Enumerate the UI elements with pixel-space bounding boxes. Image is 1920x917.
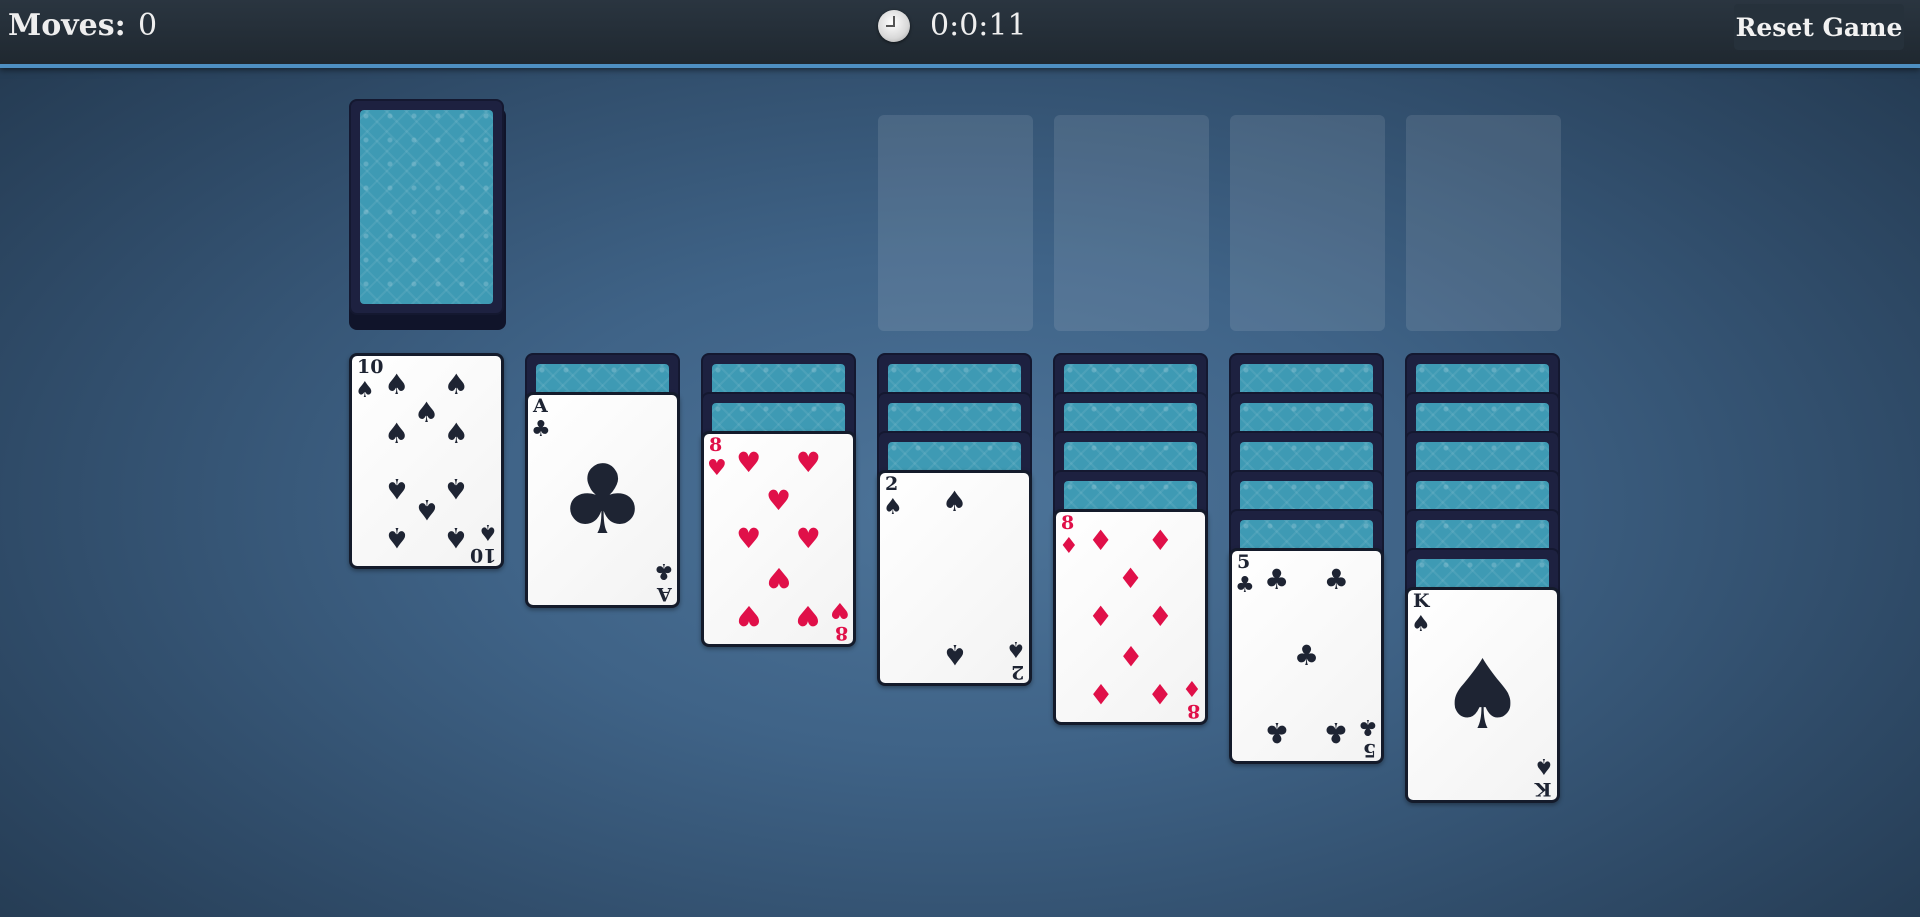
suit-pip-icon: ♣ (1264, 715, 1290, 749)
card-rank: 8 (1186, 700, 1200, 722)
suit-pip-icon: ♠ (941, 637, 968, 671)
suit-pip-icon: ♠ (443, 416, 469, 450)
foundation-slot-4[interactable] (1406, 115, 1561, 331)
foundation-slot-1[interactable] (878, 115, 1033, 331)
suit-pip-icon: ♦ (1147, 676, 1173, 710)
suit-pip-icon: ♠ (443, 368, 469, 402)
tableau-card-K-7[interactable]: K ♠ K ♠ ♠ (1405, 587, 1560, 803)
game-timer: 0:0:11 (930, 8, 1027, 43)
card-rank: K (1535, 778, 1552, 800)
card-rank: A (533, 395, 548, 417)
suit-icon: ♠ (1006, 636, 1026, 661)
suit-icon: ♦ (1182, 675, 1202, 700)
card-rank: 8 (834, 622, 848, 644)
suit-icon: ♠ (478, 519, 498, 544)
card-rank: 5 (1237, 551, 1251, 573)
moves-counter: 0 (138, 8, 158, 43)
suit-icon: ♠ (883, 495, 903, 520)
suit-icon: ♠ (1534, 753, 1554, 778)
suit-pip-icon: ♦ (1117, 562, 1144, 596)
reset-game-button[interactable]: Reset Game (1734, 4, 1904, 50)
suit-icon: ♥ (830, 597, 850, 622)
tableau-card-10-1[interactable]: 10 ♠ 10 ♠ ♠ ♠ ♠ ♠ ♠ ♠ ♠ ♠ ♠ ♠ (349, 353, 504, 569)
foundation-slot-2[interactable] (1054, 115, 1209, 331)
suit-pip-icon: ♠ (413, 493, 440, 527)
suit-pip-icon: ♦ (1147, 600, 1173, 633)
suit-pip-icon: ♦ (1147, 524, 1173, 558)
suit-icon: ♠ (355, 378, 375, 403)
suit-icon: ♠ (1411, 612, 1431, 637)
card-rank: 2 (1010, 661, 1024, 683)
suit-center-icon: ♣ (559, 444, 646, 556)
suit-icon: ♣ (1358, 714, 1378, 739)
suit-icon: ♣ (654, 558, 674, 583)
clock-icon (878, 10, 910, 42)
suit-pip-icon: ♥ (765, 484, 792, 518)
suit-icon: ♣ (531, 417, 551, 442)
card-rank: 10 (357, 356, 384, 378)
suit-pip-icon: ♦ (1117, 638, 1144, 672)
card-rank: A (657, 583, 672, 605)
suit-pip-icon: ♠ (443, 472, 469, 506)
suit-icon: ♥ (707, 456, 727, 481)
tableau-card-8-5[interactable]: 8 ♦ 8 ♦ ♦ ♦ ♦ ♦ ♦ ♦ ♦ ♦ (1053, 509, 1208, 725)
moves-label: Moves: (8, 8, 126, 43)
suit-pip-icon: ♣ (1293, 639, 1320, 672)
suit-pip-icon: ♥ (795, 446, 821, 480)
suit-pip-icon: ♥ (736, 446, 762, 480)
tableau-card-A-2[interactable]: A ♣ A ♣ ♣ (525, 392, 680, 608)
suit-pip-icon: ♠ (384, 472, 410, 506)
suit-icon: ♦ (1059, 534, 1079, 559)
suit-pip-icon: ♥ (736, 598, 762, 632)
suit-pip-icon: ♥ (795, 598, 821, 632)
suit-icon: ♣ (1235, 573, 1255, 598)
card-rank: 10 (469, 544, 496, 566)
suit-pip-icon: ♠ (384, 416, 410, 450)
card-rank: 2 (885, 473, 899, 495)
tableau-card-5-6[interactable]: 5 ♣ 5 ♣ ♣ ♣ ♣ ♣ ♣ (1229, 548, 1384, 764)
suit-pip-icon: ♥ (795, 522, 821, 555)
suit-pip-icon: ♥ (765, 560, 792, 594)
suit-pip-icon: ♥ (736, 522, 762, 555)
suit-pip-icon: ♣ (1323, 563, 1349, 597)
suit-pip-icon: ♠ (384, 368, 410, 402)
suit-pip-icon: ♦ (1088, 676, 1114, 710)
card-rank: 5 (1362, 739, 1376, 761)
top-bar: Moves: 0 0:0:11 Reset Game (0, 0, 1920, 68)
suit-pip-icon: ♠ (413, 395, 440, 429)
suit-pip-icon: ♠ (443, 520, 469, 554)
card-back-pattern (360, 110, 493, 304)
suit-center-icon: ♠ (1439, 639, 1526, 751)
tableau-card-2-4[interactable]: 2 ♠ 2 ♠ ♠ ♠ (877, 470, 1032, 686)
suit-pip-icon: ♠ (941, 485, 968, 519)
tableau-card-8-3[interactable]: 8 ♥ 8 ♥ ♥ ♥ ♥ ♥ ♥ ♥ ♥ ♥ (701, 431, 856, 647)
card-rank: 8 (1061, 512, 1075, 534)
suit-pip-icon: ♠ (384, 520, 410, 554)
suit-pip-icon: ♣ (1264, 563, 1290, 597)
suit-pip-icon: ♦ (1088, 524, 1114, 558)
suit-pip-icon: ♦ (1088, 600, 1114, 633)
card-rank: K (1413, 590, 1430, 612)
stock-pile[interactable] (349, 99, 504, 315)
suit-pip-icon: ♣ (1323, 715, 1349, 749)
card-rank: 8 (709, 434, 723, 456)
foundation-slot-3[interactable] (1230, 115, 1385, 331)
